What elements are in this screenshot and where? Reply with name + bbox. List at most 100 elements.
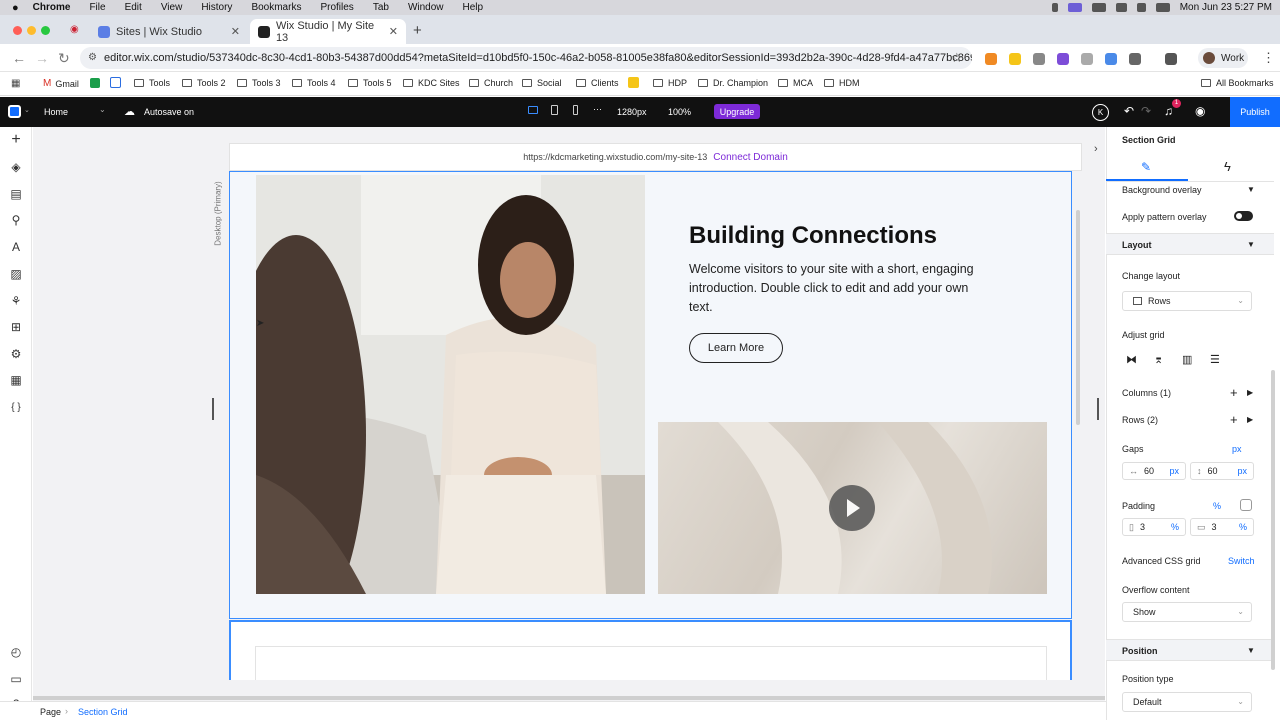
caret-right-icon[interactable]: ▶	[1247, 415, 1253, 424]
breakpoint-width[interactable]: 1280px	[617, 107, 647, 117]
columns-layout-icon[interactable]: ▥	[1182, 353, 1192, 366]
caret-right-icon[interactable]: ▶	[1247, 388, 1253, 397]
new-tab-icon[interactable]: +	[413, 22, 422, 39]
zoom-window-icon[interactable]	[41, 26, 50, 35]
tab-wix-studio[interactable]: Wix Studio | My Site 13 ✕	[250, 19, 406, 44]
components-icon[interactable]: ⚘	[9, 294, 23, 308]
search-icon[interactable]	[1136, 3, 1146, 12]
wix-logo-icon[interactable]	[8, 105, 21, 118]
extension-icon[interactable]	[1057, 53, 1069, 65]
chevron-down-icon[interactable]: ⌄	[24, 106, 30, 114]
menu-history[interactable]: History	[201, 2, 232, 13]
horizontal-scrollbar[interactable]	[33, 696, 1105, 700]
rows-label[interactable]: Rows (2)	[1122, 415, 1158, 425]
autosave-status[interactable]: Autosave on	[144, 107, 194, 117]
caret-down-icon[interactable]: ▼	[1247, 646, 1255, 655]
breadcrumb-current[interactable]: Section Grid	[78, 707, 128, 717]
mobile-icon[interactable]	[573, 105, 578, 115]
record-icon[interactable]: ◉	[70, 24, 79, 35]
resize-handle-left[interactable]	[212, 398, 214, 420]
upgrade-button[interactable]: Upgrade	[714, 104, 760, 119]
tablet-icon[interactable]	[551, 105, 558, 115]
menu-bookmarks[interactable]: Bookmarks	[251, 2, 301, 13]
distribute-vertical-icon[interactable]: ⌆	[1154, 353, 1163, 366]
chevron-down-icon[interactable]: ⌄	[99, 105, 106, 114]
url-field[interactable]: editor.wix.com/studio/537340dc-8c30-4cd1…	[80, 47, 972, 69]
code-icon[interactable]: { }	[9, 400, 23, 414]
padding-vertical-input[interactable]: ▭ 3 %	[1190, 518, 1254, 536]
checklist-icon[interactable]: ◴	[9, 645, 23, 659]
apple-icon[interactable]: ●	[12, 2, 19, 14]
desktop-icon[interactable]	[528, 106, 538, 114]
connect-domain-link[interactable]: Connect Domain	[713, 152, 787, 163]
panel-scrollbar[interactable]	[1271, 370, 1275, 670]
breadcrumb-page[interactable]: Page	[40, 707, 61, 717]
layout-dropdown[interactable]: Rows ⌄	[1122, 291, 1252, 311]
section-paragraph[interactable]: Welcome visitors to your site with a sho…	[689, 260, 989, 317]
switch-link[interactable]: Switch	[1228, 556, 1255, 566]
gaps-unit-select[interactable]: px	[1232, 444, 1242, 454]
bookmark-social[interactable]: Social	[522, 78, 562, 88]
chat-icon[interactable]: ▭	[9, 672, 23, 686]
layers-icon[interactable]: ◈	[9, 160, 23, 174]
wifi-icon[interactable]	[1115, 3, 1127, 12]
position-type-dropdown[interactable]: Default ⌄	[1122, 692, 1252, 712]
bookmark-yellow-icon[interactable]	[628, 77, 639, 88]
bookmark-tools-3[interactable]: Tools 3	[237, 78, 281, 88]
caret-down-icon[interactable]: ▼	[1247, 240, 1255, 249]
redo-icon[interactable]: ↷	[1141, 104, 1151, 118]
bookmark-tools-2[interactable]: Tools 2	[182, 78, 226, 88]
typography-icon[interactable]: A	[9, 240, 23, 254]
site-structure-icon[interactable]: ⚲	[9, 213, 23, 227]
profile-button[interactable]: Work	[1198, 48, 1248, 68]
mic-icon[interactable]	[1051, 3, 1058, 12]
bookmark-gmail[interactable]: M Gmail	[43, 78, 79, 89]
business-icon[interactable]: ⚙	[9, 347, 23, 361]
reload-icon[interactable]: ↻	[58, 50, 70, 67]
bookmark-church[interactable]: Church	[469, 78, 513, 88]
padding-horizontal-input[interactable]: ▯ 3 %	[1122, 518, 1186, 536]
add-element-icon[interactable]: +	[9, 131, 23, 148]
row-gap-input[interactable]: ↕ 60 px	[1190, 462, 1254, 480]
distribute-horizontal-icon[interactable]: ⧓	[1126, 353, 1137, 366]
play-button[interactable]	[829, 485, 875, 531]
extension-icon[interactable]	[1009, 53, 1021, 65]
menu-edit[interactable]: Edit	[125, 2, 142, 13]
bookmark-hdm[interactable]: HDM	[824, 78, 860, 88]
caret-down-icon[interactable]: ▼	[1247, 185, 1255, 194]
clock[interactable]: Mon Jun 23 5:27 PM	[1180, 2, 1272, 13]
apps-icon[interactable]: ▦	[11, 78, 20, 89]
media-icon[interactable]: ▨	[9, 267, 23, 281]
interactions-bolt-icon[interactable]: ϟ	[1224, 159, 1231, 174]
add-row-icon[interactable]: +	[1230, 412, 1238, 427]
breakpoint-label[interactable]: Desktop (Primary)	[212, 172, 224, 254]
undo-icon[interactable]: ↶	[1124, 104, 1134, 118]
bookmark-tools-5[interactable]: Tools 5	[348, 78, 392, 88]
side-panel-icon[interactable]	[1165, 53, 1177, 65]
menu-help[interactable]: Help	[463, 2, 484, 13]
padding-unit-select[interactable]: %	[1213, 501, 1221, 511]
cms-icon[interactable]: ▦	[9, 373, 23, 387]
close-window-icon[interactable]	[13, 26, 22, 35]
menu-tab[interactable]: Tab	[373, 2, 389, 13]
bookmark-star-icon[interactable]: ☆	[951, 50, 963, 66]
extension-icon[interactable]	[1081, 53, 1093, 65]
link-padding-icon[interactable]	[1240, 499, 1252, 511]
add-column-icon[interactable]: +	[1230, 385, 1238, 400]
learn-more-button[interactable]: Learn More	[689, 333, 783, 363]
extensions-puzzle-icon[interactable]	[1129, 53, 1141, 65]
more-breakpoints-icon[interactable]: ···	[593, 104, 602, 114]
back-icon[interactable]: ←	[12, 50, 26, 66]
all-bookmarks[interactable]: All Bookmarks	[1201, 78, 1274, 88]
background-overlay-label[interactable]: Background overlay	[1122, 185, 1202, 195]
publish-button[interactable]: Publish	[1230, 97, 1280, 127]
preview-eye-icon[interactable]: ◉	[1195, 104, 1205, 118]
chrome-menu-icon[interactable]: ⋮	[1262, 50, 1275, 66]
next-section-container[interactable]	[255, 646, 1047, 680]
drive-icon[interactable]	[90, 78, 100, 88]
page-selector[interactable]: Home	[44, 107, 68, 117]
close-tab-icon[interactable]: ✕	[231, 25, 240, 38]
section-heading[interactable]: Building Connections	[689, 222, 937, 250]
chevron-right-icon[interactable]: ›	[1094, 143, 1098, 155]
calendar-icon[interactable]	[110, 77, 121, 88]
